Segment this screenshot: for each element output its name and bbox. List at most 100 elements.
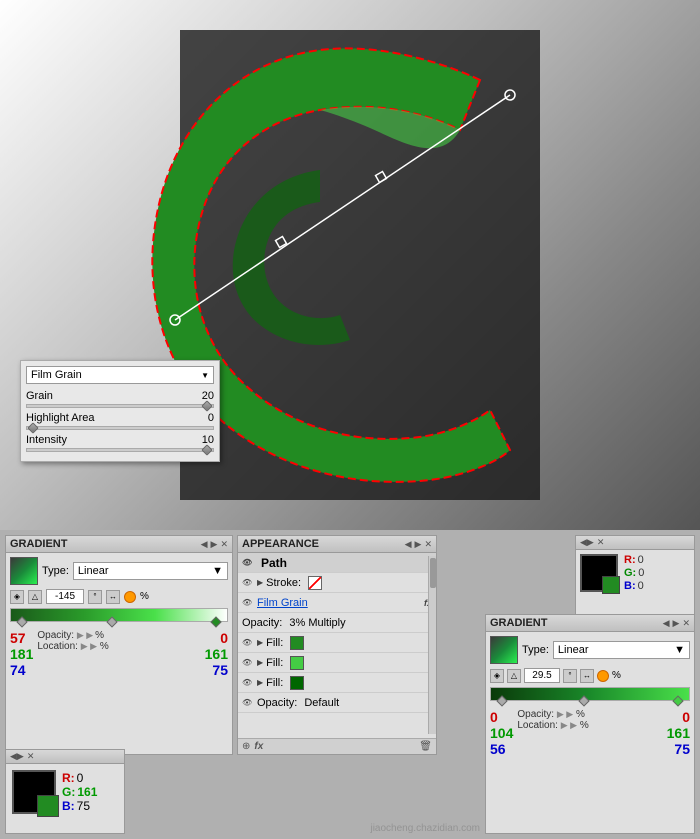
gradient-right-type-value: Linear <box>558 644 589 656</box>
gradient-right-close[interactable]: ✕ <box>682 618 690 629</box>
gradient-right-focus[interactable] <box>597 670 609 682</box>
gradient-focus-dot[interactable] <box>124 591 136 603</box>
gradient-left-g1: 181 <box>10 646 33 662</box>
path-row: 👁 Path <box>238 553 436 573</box>
appearance-footer: ⊕ fx 🗑 <box>238 738 436 754</box>
fill3-eye-icon[interactable]: 👁 <box>242 678 254 688</box>
path-label: Path <box>261 556 287 570</box>
gradient-right-swatch[interactable] <box>490 636 518 664</box>
fill1-swatch[interactable] <box>290 636 304 650</box>
fill-row-3: 👁 ▶ Fill: <box>238 673 436 693</box>
grain-value: 20 <box>202 390 214 402</box>
gradient-right-tool-1[interactable]: ◈ <box>490 669 504 683</box>
add-effect-icon[interactable]: ⊕ <box>242 741 250 752</box>
gradient-right-right-arrow[interactable]: ▶ <box>673 618 680 629</box>
gradient-tool-icon-2[interactable]: △ <box>28 590 42 604</box>
panel-left-arrow-icon[interactable]: ◀ <box>201 539 208 550</box>
gradient-reverse-icon[interactable]: ↔ <box>106 590 120 604</box>
rgb-panel-close[interactable]: ✕ <box>597 537 605 548</box>
opacity-default-eye[interactable]: 👁 <box>242 698 254 708</box>
rgb-secondary-swatch[interactable] <box>602 576 620 594</box>
gradient-type-dropdown[interactable]: Linear ▼ <box>73 562 228 580</box>
color-swatch-main[interactable] <box>12 770 56 814</box>
fill1-arrow-icon[interactable]: ▶ <box>257 638 263 647</box>
rgb-r-value: 0 <box>638 554 644 566</box>
film-grain-dropdown[interactable]: Film Grain ▼ <box>26 366 214 384</box>
dropdown-arrow-icon-3: ▼ <box>674 644 685 656</box>
fill3-swatch[interactable] <box>290 676 304 690</box>
intensity-slider[interactable] <box>26 448 214 452</box>
dropdown-arrow-icon: ▼ <box>201 371 209 380</box>
gradient-right-b1: 56 <box>490 741 506 757</box>
fx-footer-icon[interactable]: fx <box>254 741 263 752</box>
gradient-right-tool-2[interactable]: △ <box>507 669 521 683</box>
panel-close-icon[interactable]: ✕ <box>220 539 228 550</box>
opacity-label-ap: Opacity: <box>242 617 282 629</box>
stroke-swatch[interactable] <box>308 576 322 590</box>
gradient-right-bar[interactable] <box>490 687 690 701</box>
rgb-panel-arrows[interactable]: ◀▶ <box>580 537 594 548</box>
highlight-slider-thumb[interactable] <box>27 422 38 433</box>
fill2-eye-icon[interactable]: 👁 <box>242 658 254 668</box>
gradient-left-swatch[interactable] <box>10 557 38 585</box>
grain-slider-thumb[interactable] <box>201 400 212 411</box>
opacity-label-r: Opacity: ▶ ▶ % <box>517 709 666 720</box>
grain-slider[interactable] <box>26 404 214 408</box>
gradient-left-titlebar: GRADIENT ◀ ▶ ✕ <box>6 536 232 553</box>
scrollbar-thumb[interactable] <box>430 558 436 588</box>
gradient-right-reverse[interactable]: ↔ <box>580 669 594 683</box>
appearance-close-icon[interactable]: ✕ <box>424 539 432 550</box>
gradient-right-angle[interactable]: 29.5 <box>524 668 560 683</box>
fill3-arrow-icon[interactable]: ▶ <box>257 678 263 687</box>
fill-row-1: 👁 ▶ Fill: <box>238 633 436 653</box>
fill2-arrow-icon[interactable]: ▶ <box>257 658 263 667</box>
stroke-row: 👁 ▶ Stroke: <box>238 573 436 593</box>
swatch-close[interactable]: ✕ <box>27 751 35 762</box>
gradient-tool-icon-3[interactable]: ° <box>88 590 102 604</box>
film-grain-panel: Film Grain ▼ Grain 20 Highlight Area 0 <box>20 360 220 462</box>
percent-label-2: % <box>612 670 621 681</box>
stroke-arrow-icon[interactable]: ▶ <box>257 578 263 587</box>
rgb-r-label: R: <box>624 554 636 566</box>
opacity-value-ap: 3% Multiply <box>289 617 345 629</box>
delete-icon[interactable]: 🗑 <box>419 741 432 752</box>
color-swatch-panel-bottom: ◀▶ ✕ R: 0 G: 161 B: 75 <box>5 749 125 834</box>
rgb-panel-top: ◀▶ ✕ R: 0 G: 0 B: 0 <box>575 535 695 615</box>
highlight-row: Highlight Area 0 <box>26 412 214 430</box>
stroke-eye-icon[interactable]: 👁 <box>242 578 254 588</box>
rgb-main-swatch[interactable] <box>580 554 618 592</box>
location-label: Location: ▶ ▶ % <box>37 641 204 652</box>
stroke-label: Stroke: <box>266 577 301 589</box>
gradient-right-type-dropdown[interactable]: Linear ▼ <box>553 641 690 659</box>
panel-right-arrow-icon[interactable]: ▶ <box>211 539 218 550</box>
rgb-b-label: B: <box>624 580 636 592</box>
gradient-right-degree[interactable]: ° <box>563 669 577 683</box>
color-swatch-secondary[interactable] <box>37 795 59 817</box>
color-swatch-titlebar: ◀▶ ✕ <box>6 750 124 764</box>
opacity-label: Opacity: ▶ ▶ % <box>37 630 204 641</box>
grain-row: Grain 20 <box>26 390 214 408</box>
appearance-left-arrow[interactable]: ◀ <box>405 539 412 550</box>
appearance-right-arrow[interactable]: ▶ <box>415 539 422 550</box>
gradient-bar[interactable] <box>10 608 228 622</box>
gradient-right-b2: 75 <box>674 741 690 757</box>
opacity-default-row: 👁 Opacity: Default <box>238 693 436 713</box>
gradient-tool-icon-1[interactable]: ◈ <box>10 590 24 604</box>
grain-label: Grain <box>26 390 53 402</box>
fill2-swatch[interactable] <box>290 656 304 670</box>
dropdown-arrow-icon-2: ▼ <box>212 565 223 577</box>
intensity-slider-thumb[interactable] <box>201 444 212 455</box>
fill1-label: Fill: <box>266 637 283 649</box>
fill1-eye-icon[interactable]: 👁 <box>242 638 254 648</box>
path-eye-icon[interactable]: 👁 <box>242 558 254 568</box>
film-grain-link[interactable]: Film Grain <box>257 597 308 609</box>
location-label-r: Location: ▶ ▶ % <box>517 720 666 731</box>
gradient-angle-input[interactable]: -145 <box>46 589 84 604</box>
opacity-default-value: Default <box>304 697 339 709</box>
highlight-slider[interactable] <box>26 426 214 430</box>
swatch-arrows[interactable]: ◀▶ <box>10 751 24 762</box>
film-grain-eye-icon[interactable]: 👁 <box>242 598 254 608</box>
appearance-scrollbar[interactable] <box>428 556 436 734</box>
rgb-g-value: 0 <box>638 567 644 579</box>
gradient-right-left-arrow[interactable]: ◀ <box>663 618 670 629</box>
